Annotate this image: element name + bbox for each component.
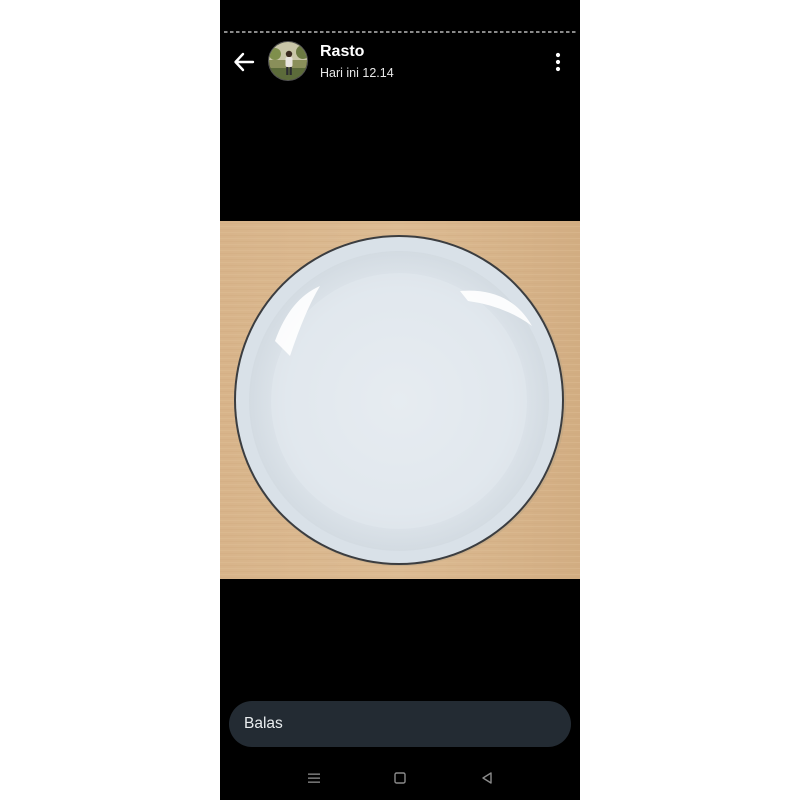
back-button[interactable] bbox=[230, 48, 258, 76]
more-vertical-icon bbox=[555, 52, 561, 72]
status-timestamp: Hari ini 12.14 bbox=[320, 66, 394, 80]
menu-icon bbox=[308, 773, 320, 783]
system-back-button[interactable] bbox=[476, 768, 498, 788]
avatar[interactable] bbox=[268, 41, 308, 81]
arrow-left-icon bbox=[234, 52, 255, 72]
home-button[interactable] bbox=[389, 768, 411, 788]
story-progress-bar bbox=[224, 31, 576, 33]
home-square-icon bbox=[394, 772, 406, 784]
avatar-photo bbox=[269, 42, 307, 80]
status-header: Rasto Hari ini 12.14 bbox=[220, 38, 580, 86]
reply-input[interactable]: Balas bbox=[229, 701, 571, 747]
status-photo bbox=[220, 221, 580, 579]
back-triangle-icon bbox=[482, 772, 492, 784]
status-viewer: Rasto Hari ini 12.14 Balas bbox=[220, 0, 580, 800]
system-navigation-bar bbox=[220, 760, 580, 796]
sender-name[interactable]: Rasto bbox=[320, 43, 364, 61]
recent-apps-button[interactable] bbox=[303, 768, 325, 788]
reply-placeholder: Balas bbox=[244, 715, 283, 732]
more-options-button[interactable] bbox=[546, 48, 570, 76]
